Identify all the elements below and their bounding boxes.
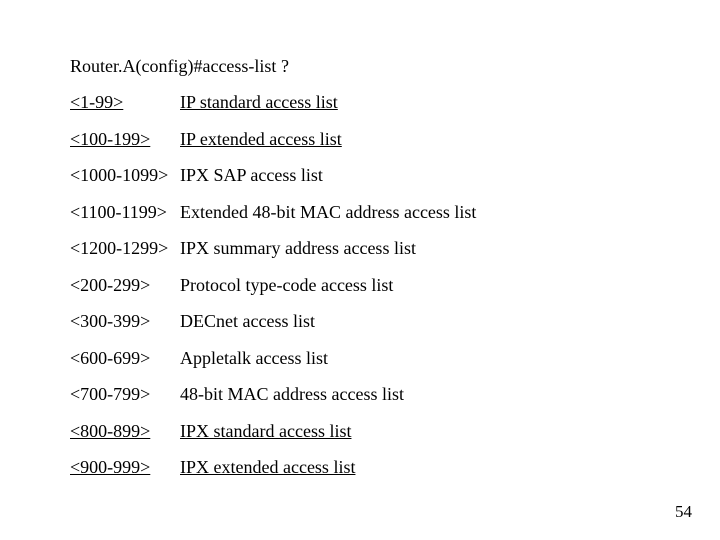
acl-row: <800-899>IPX standard access list <box>70 420 650 443</box>
acl-row: <300-399>DECnet access list <box>70 310 650 333</box>
acl-row: <100-199>IP extended access list <box>70 128 650 151</box>
acl-description: Protocol type-code access list <box>180 274 650 297</box>
acl-description: Appletalk access list <box>180 347 650 370</box>
page-number: 54 <box>675 502 692 522</box>
acl-range: <700-799> <box>70 383 180 406</box>
acl-range: <1100-1199> <box>70 201 180 224</box>
acl-description: 48-bit MAC address access list <box>180 383 650 406</box>
acl-range: <100-199> <box>70 128 180 151</box>
acl-description: DECnet access list <box>180 310 650 333</box>
acl-range: <600-699> <box>70 347 180 370</box>
acl-description: IPX summary address access list <box>180 237 650 260</box>
acl-range: <1200-1299> <box>70 237 180 260</box>
acl-range: <800-899> <box>70 420 180 443</box>
acl-row: <600-699>Appletalk access list <box>70 347 650 370</box>
acl-row: <700-799>48-bit MAC address access list <box>70 383 650 406</box>
acl-row: <1-99>IP standard access list <box>70 91 650 114</box>
acl-range: <900-999> <box>70 456 180 479</box>
acl-description: IPX extended access list <box>180 456 650 479</box>
acl-range: <1-99> <box>70 91 180 114</box>
acl-row: <900-999>IPX extended access list <box>70 456 650 479</box>
slide: Router.A(config)#access-list ? <1-99>IP … <box>0 0 720 540</box>
acl-row: <200-299>Protocol type-code access list <box>70 274 650 297</box>
acl-description: Extended 48-bit MAC address access list <box>180 201 650 224</box>
acl-range: <1000-1099> <box>70 164 180 187</box>
acl-row: <1000-1099>IPX SAP access list <box>70 164 650 187</box>
acl-range: <300-399> <box>70 310 180 333</box>
acl-range: <200-299> <box>70 274 180 297</box>
acl-row: <1200-1299>IPX summary address access li… <box>70 237 650 260</box>
acl-description: IPX standard access list <box>180 420 650 443</box>
acl-description: IP extended access list <box>180 128 650 151</box>
acl-row: <1100-1199>Extended 48-bit MAC address a… <box>70 201 650 224</box>
acl-description: IP standard access list <box>180 91 650 114</box>
command-prompt: Router.A(config)#access-list ? <box>70 56 650 77</box>
acl-description: IPX SAP access list <box>180 164 650 187</box>
access-list-rows: <1-99>IP standard access list<100-199>IP… <box>70 91 650 479</box>
